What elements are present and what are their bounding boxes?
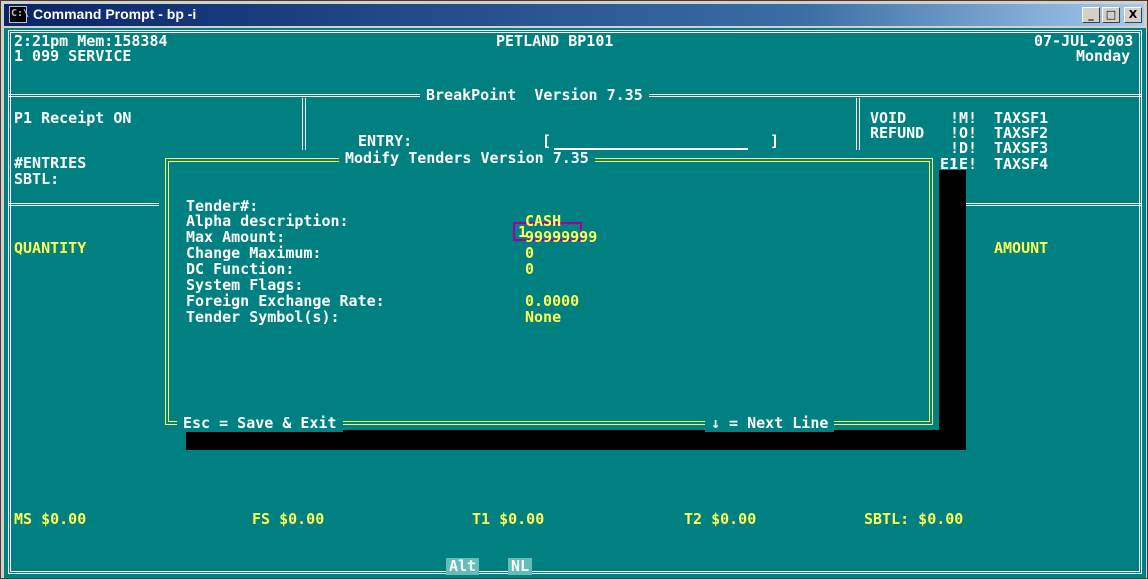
- console-icon[interactable]: C:\: [9, 6, 29, 23]
- subtotal-total: SBTL: $0.00: [864, 510, 964, 528]
- window-title: Command Prompt - bp -i: [33, 6, 197, 22]
- ms-total: MS $0.00: [14, 510, 87, 528]
- command-prompt-window: C:\ Command Prompt - bp -i _ □ X 2:21pm …: [0, 0, 1148, 579]
- day-of-week: Monday: [1076, 47, 1131, 65]
- taxsf4-label: TAXSF4: [994, 155, 1049, 173]
- app-version: BreakPoint Version 7.35: [420, 87, 649, 104]
- dialog-title: Modify Tenders Version 7.35: [339, 150, 595, 167]
- title-bar[interactable]: C:\ Command Prompt - bp -i _ □ X: [4, 4, 1144, 26]
- dc-function-value[interactable]: 0: [525, 261, 534, 278]
- close-button[interactable]: X: [1124, 7, 1142, 23]
- nl-indicator: NL: [508, 558, 533, 575]
- quantity-column-header: QUANTITY: [14, 239, 87, 257]
- t2-total: T2 $0.00: [684, 510, 757, 528]
- receipt-status: P1 Receipt ON: [14, 109, 132, 127]
- console-area[interactable]: 2:21pm Mem:158384 1 099 SERVICE PETLAND …: [4, 28, 1146, 578]
- entry-label: ENTRY:: [358, 132, 413, 150]
- entry-open-bracket: [: [542, 132, 552, 150]
- tender-symbols-value[interactable]: None: [525, 309, 561, 326]
- t1-total: T1 $0.00: [472, 510, 545, 528]
- user-info: 1 099 SERVICE: [14, 47, 132, 65]
- store-name: PETLAND BP101: [496, 32, 614, 50]
- entry-close-bracket: ]: [770, 132, 780, 150]
- fs-total: FS $0.00: [252, 510, 325, 528]
- max-amount-value[interactable]: 99999999: [525, 229, 597, 246]
- subtotal-label: SBTL:: [14, 170, 60, 188]
- next-line-hint: ↓ = Next Line: [705, 415, 835, 432]
- tender-symbols-label: Tender Symbol(s):: [186, 308, 340, 326]
- modify-tenders-dialog: Modify Tenders Version 7.35 Tender#: 1 A…: [159, 150, 939, 432]
- alt-indicator: Alt: [446, 558, 480, 575]
- amount-column-header: AMOUNT: [994, 239, 1049, 257]
- refund-label: REFUND: [870, 124, 925, 142]
- minimize-button[interactable]: _: [1082, 7, 1100, 23]
- save-exit-hint: Esc = Save & Exit: [177, 415, 343, 432]
- maximize-button[interactable]: □: [1102, 7, 1120, 23]
